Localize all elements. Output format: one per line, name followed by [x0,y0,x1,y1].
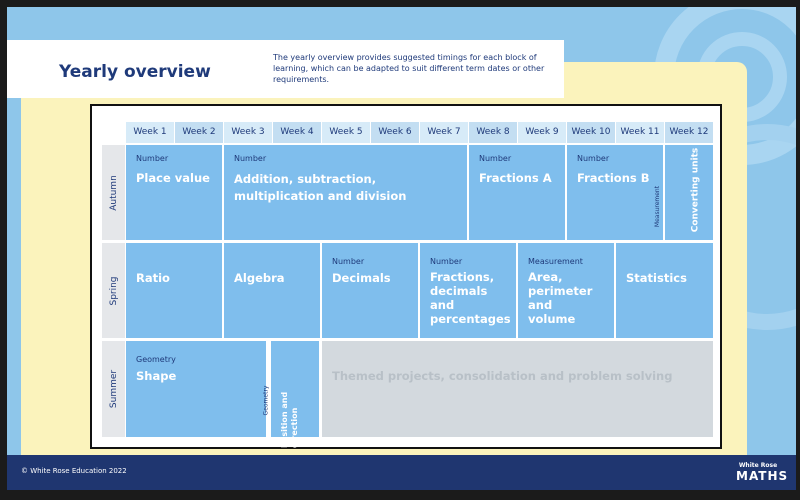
block-name: Fractions, decimals and percentages [430,270,511,326]
brand-logo: MATHS [736,469,789,483]
week-header: Week 11 [616,122,664,143]
block-strand: Number [234,154,267,163]
term-autumn-text: Autumn [108,174,119,211]
term-summer-text: Summer [108,369,119,409]
term-label-autumn: Autumn [102,145,125,240]
block-addition-subtraction: Number Addition, subtraction, multiplica… [224,145,467,240]
block-ratio: Ratio [126,243,222,338]
week-header: Week 5 [322,122,370,143]
block-name: Shape [136,369,177,383]
intro-text: The yearly overview provides suggested t… [273,53,545,84]
block-strand: Number [577,154,610,163]
block-name: Fractions B [577,171,650,185]
block-name: Ratio [136,271,170,285]
term-label-summer: Summer [102,341,125,437]
slide-canvas: Yearly overview The yearly overview prov… [0,0,800,500]
block-fractions-b: Number Fractions B [567,145,663,240]
block-position-direction: Geometry Position and direction [262,341,319,448]
week-header: Week 7 [420,122,468,143]
copyright-text: © White Rose Education 2022 [21,467,127,475]
block-area-perimeter-volume: Measurement Area, perimeter and volume [518,243,614,338]
block-name: Themed projects, consolidation and probl… [332,369,673,383]
block-themed-projects: Themed projects, consolidation and probl… [322,341,713,437]
week-header: Week 8 [469,122,517,143]
block-name: Statistics [626,271,687,285]
block-strand: Number [332,257,365,266]
week-header: Week 10 [567,122,615,143]
week-header: Week 2 [175,122,223,143]
block-strand: Number [136,154,169,163]
block-strand: Geometry [262,385,270,416]
block-strand: Number [430,257,463,266]
block-fractions-decimals-percentages: Number Fractions, decimals and percentag… [420,243,516,338]
week-header: Week 1 [126,122,174,143]
term-label-spring: Spring [102,243,125,338]
block-statistics: Statistics [616,243,713,338]
block-name: Decimals [332,271,391,285]
block-name: Place value [136,171,210,185]
week-header: Week 3 [224,122,272,143]
slide: Yearly overview The yearly overview prov… [7,7,796,490]
footer-bar: © White Rose Education 2022 White Rose M… [7,455,796,490]
block-strand: Number [479,154,512,163]
block-strand: Geometry [136,355,176,364]
block-name: Fractions A [479,171,552,185]
week-header: Week 12 [665,122,713,143]
week-header: Week 6 [371,122,419,143]
block-name: Converting units [690,147,701,233]
week-header: Week 4 [273,122,321,143]
block-shape: Geometry Shape [126,341,266,437]
block-name: Position and direction [280,391,299,448]
term-spring-text: Spring [108,275,119,306]
week-header: Week 9 [518,122,566,143]
block-decimals: Number Decimals [322,243,418,338]
block-name: Addition, subtraction, multiplication an… [234,172,407,203]
block-name: Algebra [234,271,285,285]
header-panel: Yearly overview The yearly overview prov… [7,40,564,98]
block-name: Area, perimeter and volume [528,270,593,326]
block-strand: Measurement [528,257,583,266]
brand-top-text: White Rose [738,462,778,469]
block-place-value: Number Place value [126,145,222,240]
block-algebra: Algebra [224,243,320,338]
overview-grid: Week 1 Week 2 Week 3 Week 4 Week 5 Week … [90,104,722,449]
block-strand: Measurement [654,185,662,228]
block-converting-units: Measurement Converting units [654,145,713,240]
block-fractions-a: Number Fractions A [469,145,565,240]
page-title: Yearly overview [59,62,211,82]
